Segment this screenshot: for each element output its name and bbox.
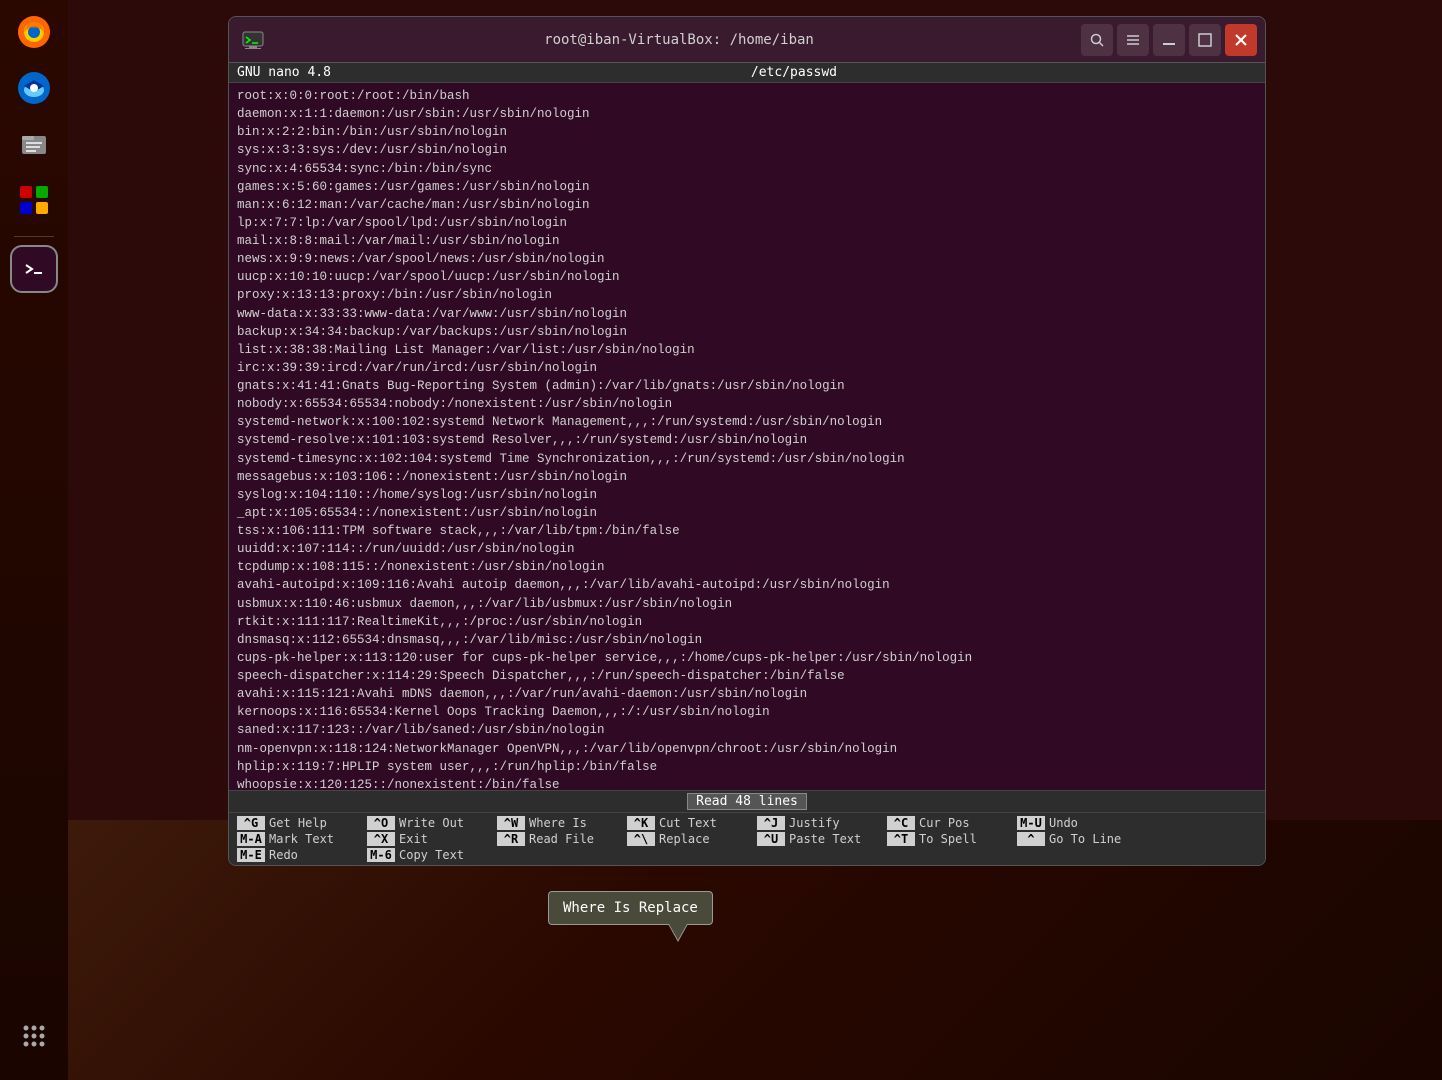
shortcut-label-justify: Justify: [789, 816, 840, 830]
shortcut-key-undo: M-U: [1017, 816, 1045, 830]
titlebar-app-icon: [237, 24, 269, 56]
nano-filename: /etc/passwd: [751, 65, 837, 80]
shortcut-label-where-is: Where Is: [529, 816, 587, 830]
shortcut-label-write-out: Write Out: [399, 816, 464, 830]
taskbar-icon-terminal[interactable]: [10, 245, 58, 293]
shortcut-label-cur-pos: Cur Pos: [919, 816, 970, 830]
shortcut-label-go-to-line: Go To Line: [1049, 832, 1121, 846]
shortcut-key-mark-text: M-A: [237, 832, 265, 846]
terminal-content[interactable]: root:x:0:0:root:/root:/bin/bash daemon:x…: [229, 83, 1265, 790]
shortcut-go-to-line[interactable]: ^ Go To Line: [1013, 831, 1143, 847]
shortcut-get-help[interactable]: ^G Get Help: [233, 815, 363, 831]
shortcut-key-redo: M-E: [237, 848, 265, 862]
shortcut-undo[interactable]: M-U Undo: [1013, 815, 1143, 831]
callout-arrow-fill: [669, 924, 687, 940]
titlebar-buttons: [1081, 24, 1257, 56]
shortcut-cur-pos[interactable]: ^C Cur Pos: [883, 815, 1013, 831]
taskbar-bottom: [10, 1012, 58, 1064]
taskbar-icon-files[interactable]: [10, 120, 58, 168]
shortcut-label-read-file: Read File: [529, 832, 594, 846]
shortcut-label-paste-text: Paste Text: [789, 832, 861, 846]
shortcut-label-to-spell: To Spell: [919, 832, 977, 846]
shortcut-key-justify: ^J: [757, 816, 785, 830]
shortcut-key-where-is: ^W: [497, 816, 525, 830]
taskbar-icon-firefox[interactable]: [10, 8, 58, 56]
shortcut-paste-text[interactable]: ^U Paste Text: [753, 831, 883, 847]
callout-text: Where Is Replace: [563, 900, 698, 916]
shortcut-key-write-out: ^O: [367, 816, 395, 830]
titlebar: root@iban-VirtualBox: /home/iban: [229, 17, 1265, 63]
shortcut-write-out[interactable]: ^O Write Out: [363, 815, 493, 831]
nano-status-message: Read 48 lines: [687, 793, 807, 810]
titlebar-menu-button[interactable]: [1117, 24, 1149, 56]
nano-header: GNU nano 4.8 /etc/passwd: [229, 63, 1265, 83]
taskbar-divider: [14, 236, 54, 237]
shortcut-mark-text[interactable]: M-A Mark Text: [233, 831, 363, 847]
shortcut-copy-text[interactable]: M-6 Copy Text: [363, 847, 493, 863]
nano-statusbar: Read 48 lines: [229, 790, 1265, 812]
titlebar-title: root@iban-VirtualBox: /home/iban: [277, 32, 1081, 48]
shortcut-redo[interactable]: M-E Redo: [233, 847, 363, 863]
titlebar-minimize-button[interactable]: [1153, 24, 1185, 56]
taskbar-icon-thunderbird[interactable]: [10, 64, 58, 112]
shortcut-key-read-file: ^R: [497, 832, 525, 846]
shortcut-to-spell[interactable]: ^T To Spell: [883, 831, 1013, 847]
shortcut-label-mark-text: Mark Text: [269, 832, 334, 846]
shortcut-replace[interactable]: ^\ Replace: [623, 831, 753, 847]
shortcut-label-cut-text: Cut Text: [659, 816, 717, 830]
titlebar-search-button[interactable]: [1081, 24, 1113, 56]
shortcut-label-redo: Redo: [269, 848, 298, 862]
shortcut-where-is[interactable]: ^W Where Is: [493, 815, 623, 831]
shortcut-key-to-spell: ^T: [887, 832, 915, 846]
shortcut-justify[interactable]: ^J Justify: [753, 815, 883, 831]
shortcut-key-paste-text: ^U: [757, 832, 785, 846]
taskbar-icon-apps[interactable]: [10, 1012, 58, 1060]
shortcut-key-go-to-line: ^: [1017, 832, 1045, 846]
shortcut-label-replace: Replace: [659, 832, 710, 846]
nano-shortcuts: ^G Get Help ^O Write Out ^W Where Is ^K …: [229, 812, 1265, 865]
taskbar: [0, 0, 68, 1080]
shortcut-exit[interactable]: ^X Exit: [363, 831, 493, 847]
shortcut-key-exit: ^X: [367, 832, 395, 846]
shortcut-label-undo: Undo: [1049, 816, 1078, 830]
shortcut-label-copy-text: Copy Text: [399, 848, 464, 862]
shortcut-key-replace: ^\: [627, 832, 655, 846]
nano-version: GNU nano 4.8: [237, 65, 331, 80]
callout-bubble: Where Is Replace: [548, 891, 713, 925]
file-content: root:x:0:0:root:/root:/bin/bash daemon:x…: [237, 87, 1257, 790]
terminal-window: root@iban-VirtualBox: /home/iban: [228, 16, 1266, 866]
shortcut-cut-text[interactable]: ^K Cut Text: [623, 815, 753, 831]
shortcut-key-cut-text: ^K: [627, 816, 655, 830]
shortcut-label-get-help: Get Help: [269, 816, 327, 830]
shortcut-key-get-help: ^G: [237, 816, 265, 830]
taskbar-icon-appstore[interactable]: [10, 176, 58, 224]
shortcut-key-copy-text: M-6: [367, 848, 395, 862]
titlebar-maximize-button[interactable]: [1189, 24, 1221, 56]
titlebar-close-button[interactable]: [1225, 24, 1257, 56]
shortcut-label-exit: Exit: [399, 832, 428, 846]
shortcut-key-cur-pos: ^C: [887, 816, 915, 830]
callout-container: Where Is Replace: [548, 891, 713, 925]
shortcut-read-file[interactable]: ^R Read File: [493, 831, 623, 847]
